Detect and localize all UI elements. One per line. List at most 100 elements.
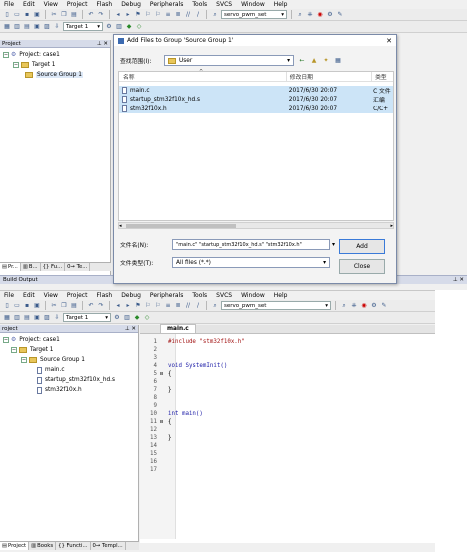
- debug-session-icon[interactable]: ◉: [316, 11, 324, 19]
- tree-project[interactable]: − ⚙ Project: case1: [3, 50, 107, 60]
- code-line[interactable]: 12: [140, 426, 435, 434]
- nav-back-icon[interactable]: ◂: [114, 302, 122, 310]
- file-extensions-icon[interactable]: ▥: [123, 314, 131, 322]
- bookmark-prev-icon[interactable]: ⚐: [144, 11, 152, 19]
- debug-session-icon[interactable]: ◉: [360, 302, 368, 310]
- redo-icon[interactable]: ↷: [97, 11, 105, 19]
- fold-marker[interactable]: ⊟: [160, 419, 168, 425]
- tab-project[interactable]: ▤ Project: [0, 542, 30, 550]
- incremental-find-icon[interactable]: ⎈: [306, 11, 314, 19]
- code-view[interactable]: 1 #include "stm32f10x.h" 2 3 4 void SystemIni…: [140, 334, 435, 539]
- menu-help[interactable]: Help: [274, 1, 288, 8]
- bookmark-icon[interactable]: ⚑: [134, 302, 142, 310]
- undo-icon[interactable]: ↶: [87, 11, 95, 19]
- menu-file[interactable]: File: [4, 292, 14, 299]
- filename-input[interactable]: "main.c" "startup_stm32f10x_hd.s" "stm32…: [172, 239, 330, 250]
- code-line[interactable]: 5 ⊟{: [140, 370, 435, 378]
- menu-file[interactable]: File: [4, 1, 14, 8]
- code-line[interactable]: 4 void SystemInit(): [140, 362, 435, 370]
- code-line[interactable]: 15: [140, 450, 435, 458]
- configuration-icon[interactable]: ⚙: [326, 11, 334, 19]
- menu-flash[interactable]: Flash: [96, 292, 112, 299]
- save-icon[interactable]: ▪: [23, 302, 31, 310]
- tree-file[interactable]: startup_stm32f10x_hd.s: [3, 375, 135, 385]
- code-line[interactable]: 7}: [140, 386, 435, 394]
- open-icon[interactable]: ▭: [13, 302, 21, 310]
- pin-icon[interactable]: ⊥: [97, 41, 102, 47]
- close-icon[interactable]: ✕: [131, 326, 136, 332]
- menu-svcs[interactable]: SVCS: [216, 1, 232, 8]
- look-in-select[interactable]: User ▾: [164, 55, 294, 66]
- fold-marker[interactable]: ⊟: [160, 371, 168, 377]
- menu-project[interactable]: Project: [67, 292, 88, 299]
- nav-back-icon[interactable]: ◂: [114, 11, 122, 19]
- menu-peripherals[interactable]: Peripherals: [150, 292, 183, 299]
- nav-forward-icon[interactable]: ▸: [124, 302, 132, 310]
- comment-icon[interactable]: //: [184, 11, 192, 19]
- collapse-icon[interactable]: −: [3, 337, 9, 343]
- code-line[interactable]: 9: [140, 402, 435, 410]
- collapse-icon[interactable]: −: [13, 62, 19, 68]
- select-software-packs-icon[interactable]: ◇: [135, 23, 143, 31]
- batch-build-icon[interactable]: ▣: [33, 314, 41, 322]
- code-line[interactable]: 2: [140, 346, 435, 354]
- undo-icon[interactable]: ↶: [87, 302, 95, 310]
- paste-icon[interactable]: ▤: [70, 302, 78, 310]
- tab-books[interactable]: ▥ B...: [21, 263, 41, 271]
- close-icon[interactable]: ✕: [459, 277, 464, 283]
- menu-svcs[interactable]: SVCS: [216, 292, 232, 299]
- menu-tools[interactable]: Tools: [192, 1, 207, 8]
- horizontal-scrollbar[interactable]: ◂ ▸: [118, 222, 394, 229]
- file-row[interactable]: stm32f10x.h 2017/6/30 20:07 C/C+: [119, 104, 393, 113]
- back-arrow-icon[interactable]: ←: [298, 57, 306, 65]
- bookmark-next-icon[interactable]: ⚐: [154, 11, 162, 19]
- batch-build-icon[interactable]: ▣: [33, 23, 41, 31]
- uncomment-icon[interactable]: /: [194, 11, 202, 19]
- outdent-icon[interactable]: ≣: [174, 302, 182, 310]
- save-all-icon[interactable]: ▣: [33, 11, 41, 19]
- comment-icon[interactable]: //: [184, 302, 192, 310]
- new-file-icon[interactable]: ▯: [3, 11, 11, 19]
- code-line[interactable]: 1 #include "stm32f10x.h": [140, 338, 435, 346]
- nav-forward-icon[interactable]: ▸: [124, 11, 132, 19]
- file-row[interactable]: startup_stm32f10x_hd.s 2017/6/30 20:07 汇…: [119, 95, 393, 104]
- select-software-packs-icon[interactable]: ◇: [143, 314, 151, 322]
- collapse-icon[interactable]: −: [3, 52, 9, 58]
- stop-build-icon[interactable]: ▨: [43, 314, 51, 322]
- menu-flash[interactable]: Flash: [96, 1, 112, 8]
- dialog-close-icon[interactable]: ✕: [386, 37, 392, 45]
- search-combo[interactable]: servo_pwm_set ▾: [221, 10, 287, 19]
- uncomment-icon[interactable]: /: [194, 302, 202, 310]
- tree-file[interactable]: main.c: [3, 365, 135, 375]
- collapse-icon[interactable]: −: [11, 347, 17, 353]
- save-all-icon[interactable]: ▣: [33, 302, 41, 310]
- close-button[interactable]: Close: [339, 259, 385, 274]
- stop-build-icon[interactable]: ▨: [43, 23, 51, 31]
- code-line[interactable]: 8: [140, 394, 435, 402]
- menu-view[interactable]: View: [44, 1, 58, 8]
- outdent-icon[interactable]: ≣: [174, 11, 182, 19]
- search-combo[interactable]: servo_pwm_set ▾: [221, 301, 331, 310]
- build-icon[interactable]: ▥: [13, 23, 21, 31]
- collapse-icon[interactable]: −: [21, 357, 27, 363]
- target-combo[interactable]: Target 1 ▾: [63, 22, 103, 31]
- menu-window[interactable]: Window: [241, 292, 265, 299]
- code-line[interactable]: 10 int main(): [140, 410, 435, 418]
- find-in-files-icon[interactable]: ⌕: [296, 11, 304, 19]
- tree-file[interactable]: stm32f10x.h: [3, 385, 135, 395]
- up-folder-icon[interactable]: ▲: [310, 57, 318, 65]
- wrench-icon[interactable]: ✎: [380, 302, 388, 310]
- incremental-find-icon[interactable]: ⎈: [350, 302, 358, 310]
- open-icon[interactable]: ▭: [13, 11, 21, 19]
- cut-icon[interactable]: ✂: [50, 11, 58, 19]
- tab-project[interactable]: ▤ Pr...: [0, 263, 21, 271]
- tab-functions[interactable]: {} Functi...: [56, 542, 91, 550]
- compile-icon[interactable]: ▦: [3, 23, 11, 31]
- file-row[interactable]: main.c 2017/6/30 20:07 C 文件: [119, 86, 393, 95]
- copy-icon[interactable]: ❐: [60, 302, 68, 310]
- menu-debug[interactable]: Debug: [121, 292, 141, 299]
- tree-target[interactable]: − Target 1: [3, 60, 107, 70]
- tab-functions[interactable]: {} Fu...: [41, 263, 66, 271]
- download-icon[interactable]: ⇩: [53, 23, 61, 31]
- menu-tools[interactable]: Tools: [192, 292, 207, 299]
